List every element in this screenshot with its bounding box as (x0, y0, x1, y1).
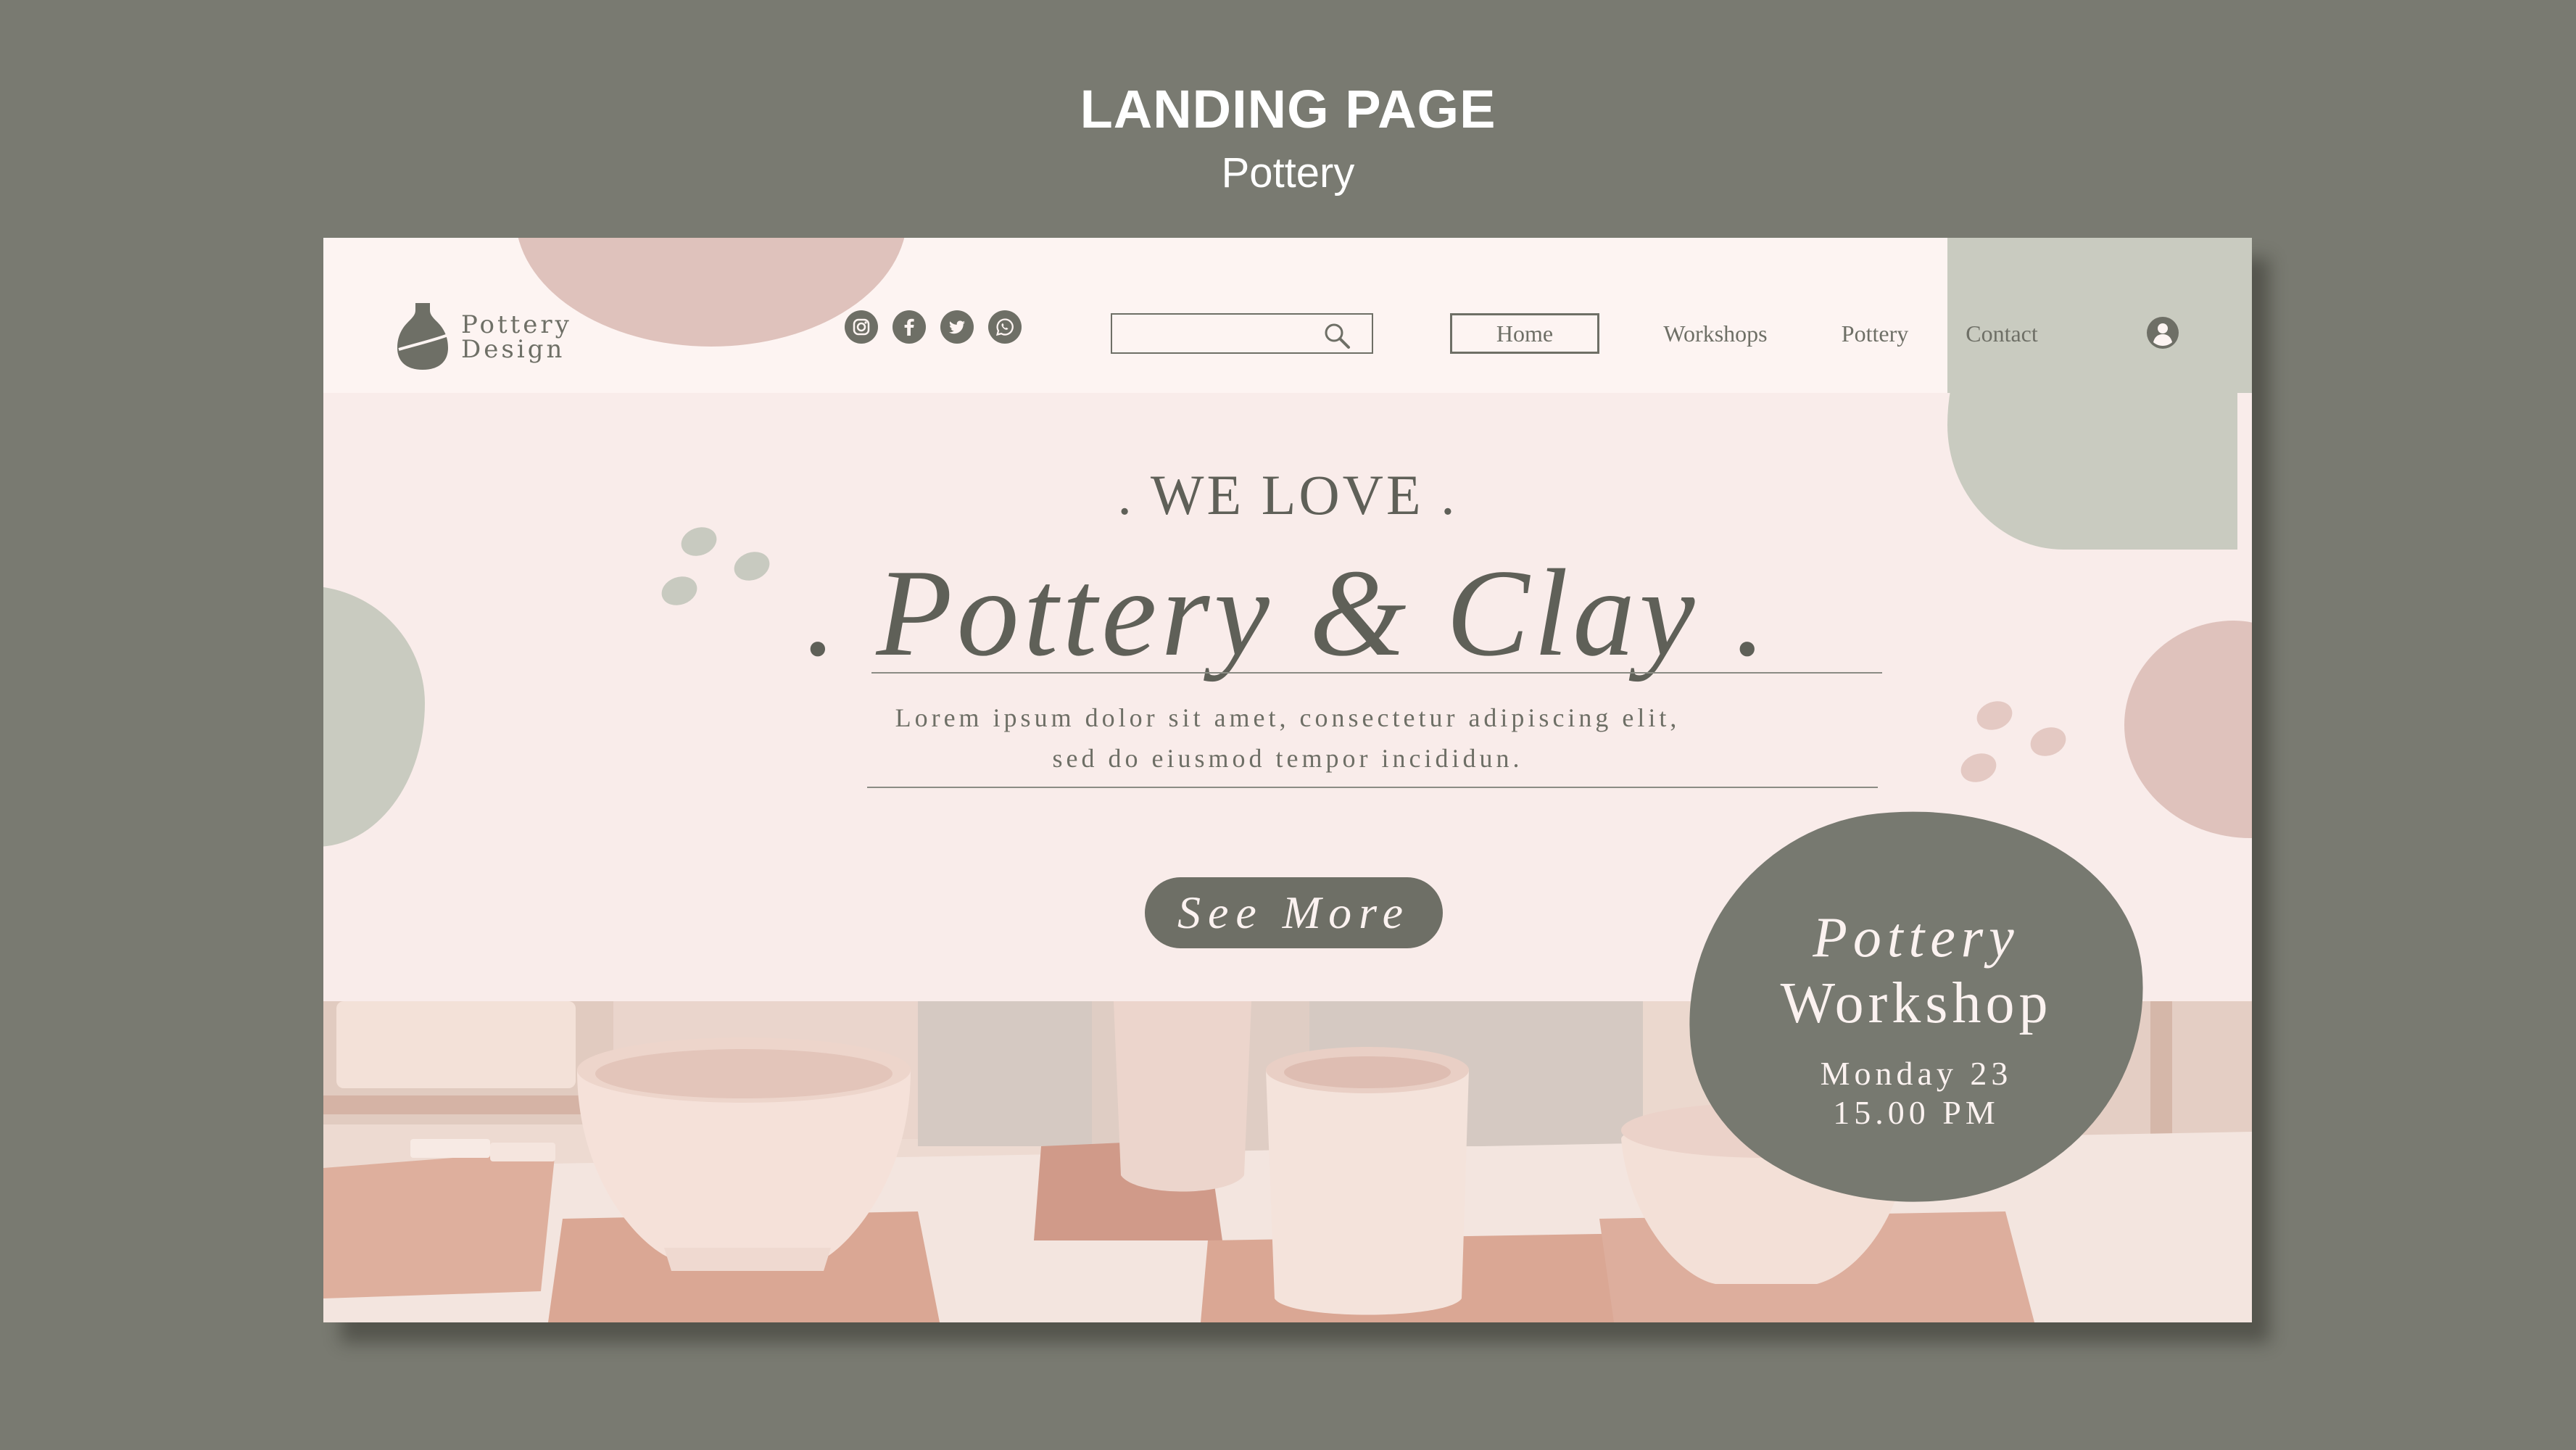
vase-icon (397, 303, 449, 370)
hero-description-line2: sed do eiusmod tempor incididun. (1052, 744, 1523, 773)
workshop-title-line1: Pottery (1813, 906, 2020, 969)
search-box (1111, 313, 1373, 354)
facebook-icon[interactable] (893, 310, 926, 344)
landing-page: Pottery Design Home Workshops Pottery Co… (323, 238, 2252, 1322)
logo-text-line1: Pottery (461, 310, 572, 339)
divider (867, 787, 1878, 788)
workshop-title-line2: Workshop (1780, 972, 2053, 1035)
hero-description-line1: Lorem ipsum dolor sit amet, consectetur … (895, 703, 1681, 732)
nav-home[interactable]: Home (1450, 313, 1599, 354)
hero-description: Lorem ipsum dolor sit amet, consectetur … (323, 697, 2252, 779)
workshop-date: Monday 23 (1820, 1055, 2013, 1092)
workshop-info: Pottery Workshop Monday 23 15.00 PM (1688, 905, 2145, 1132)
divider (871, 672, 1882, 674)
search-icon[interactable] (1321, 320, 1353, 352)
user-icon[interactable] (2146, 316, 2179, 349)
see-more-button[interactable]: See More (1145, 877, 1443, 948)
hero-title: . Pottery & Clay . (805, 544, 1771, 682)
nav-workshops[interactable]: Workshops (1643, 313, 1788, 354)
twitter-icon[interactable] (940, 310, 974, 344)
nav-pottery[interactable]: Pottery (1824, 313, 1926, 354)
frame-subtitle: Pottery (1221, 149, 1355, 196)
hero-kicker: . WE LOVE . (1117, 463, 1458, 526)
logo-text-line2: Design (461, 335, 566, 364)
workshop-time: 15.00 PM (1833, 1094, 2000, 1131)
frame-title: LANDING PAGE (1080, 79, 1496, 139)
site-logo[interactable]: Pottery Design (396, 302, 572, 373)
search-input[interactable] (1121, 319, 1320, 349)
social-links (845, 310, 1022, 344)
whatsapp-icon[interactable] (988, 310, 1022, 344)
instagram-icon[interactable] (845, 310, 878, 344)
nav-contact[interactable]: Contact (1940, 313, 2063, 354)
